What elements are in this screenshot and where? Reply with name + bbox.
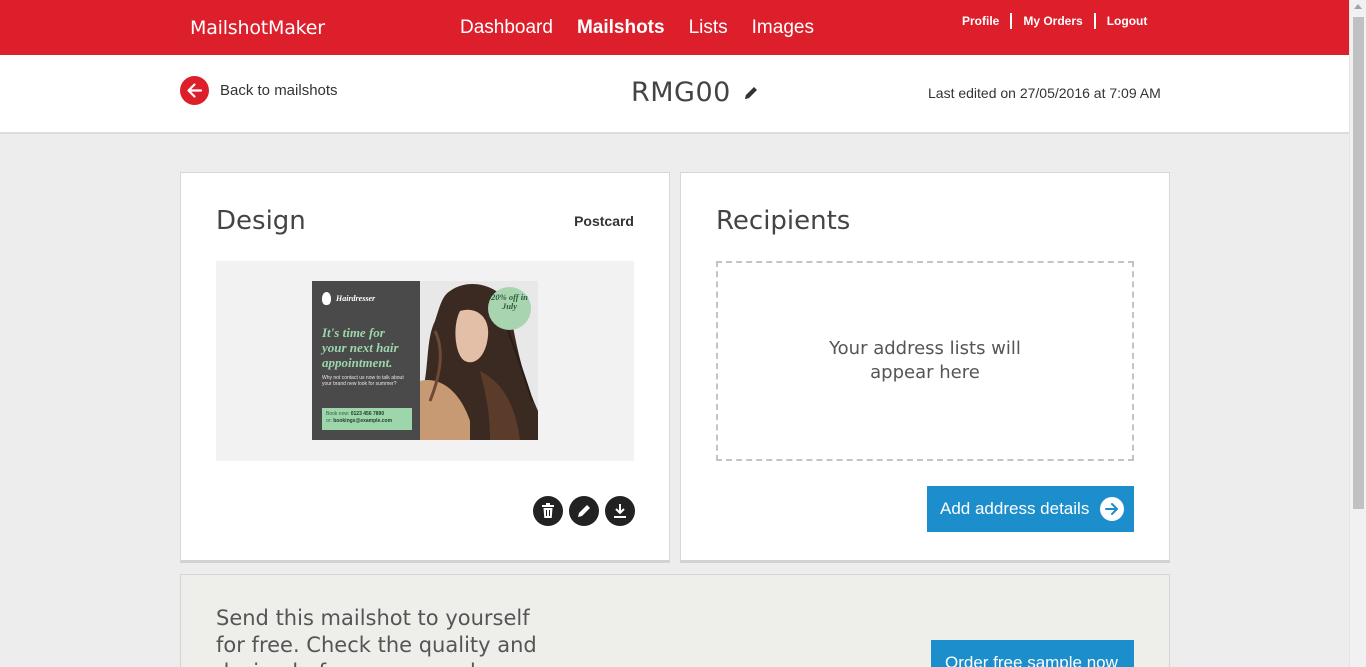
- pencil-icon[interactable]: [743, 85, 759, 101]
- download-icon[interactable]: [605, 496, 635, 526]
- postcard-photo: 20% off in July: [420, 281, 538, 440]
- nav-divider: [1010, 13, 1013, 29]
- hairdresser-logo-icon: [322, 292, 331, 305]
- placeholder-text: Your address lists will appear here: [829, 338, 1021, 383]
- brand-logo[interactable]: MailshotMaker: [190, 17, 325, 39]
- design-preview[interactable]: Hairdresser It's time for your next hair…: [216, 261, 634, 461]
- top-navbar: MailshotMaker Dashboard Mailshots Lists …: [0, 0, 1349, 55]
- postcard-brand: Hairdresser: [322, 292, 410, 305]
- arrow-right-icon: [1100, 497, 1124, 521]
- design-heading: Design: [216, 206, 306, 236]
- postcard-headline: It's time for your next hair appointment…: [322, 325, 399, 370]
- order-free-sample-button[interactable]: Order free sample now: [931, 640, 1134, 667]
- add-address-details-button[interactable]: Add address details: [927, 486, 1134, 532]
- user-nav: Profile My Orders Logout: [962, 13, 1147, 29]
- design-card: Design Postcard Hairdresser It's time fo…: [180, 172, 670, 563]
- nav-lists[interactable]: Lists: [689, 17, 728, 39]
- postcard-body: Why not contact us now to talk about you…: [322, 375, 404, 387]
- postcard-brand-name: Hairdresser: [336, 294, 376, 303]
- mailshot-title: RMG00: [631, 77, 731, 108]
- contact-label: or:: [326, 418, 332, 424]
- postcard-contact-box: Book now: 0123 456 7890 or: bookings@exa…: [322, 408, 412, 430]
- trash-icon[interactable]: [533, 496, 563, 526]
- main-nav: Dashboard Mailshots Lists Images: [460, 17, 814, 39]
- nav-divider: [1093, 13, 1096, 29]
- contact-phone: 0123 456 7890: [350, 411, 385, 417]
- arrow-left-icon: [180, 76, 209, 105]
- pencil-icon[interactable]: [569, 496, 599, 526]
- title-group: RMG00: [631, 77, 759, 108]
- nav-dashboard[interactable]: Dashboard: [460, 17, 553, 39]
- address-lists-placeholder: Your address lists will appear here: [716, 261, 1134, 461]
- my-orders-link[interactable]: My Orders: [1023, 14, 1082, 28]
- format-label: Postcard: [574, 213, 634, 229]
- scroll-up-arrow-icon[interactable]: [1354, 4, 1362, 9]
- free-sample-panel: Send this mailshot to yourself for free.…: [180, 574, 1170, 667]
- profile-link[interactable]: Profile: [962, 14, 999, 28]
- postcard-thumbnail: Hairdresser It's time for your next hair…: [312, 281, 538, 440]
- recipients-card: Recipients Your address lists will appea…: [680, 172, 1170, 563]
- contact-label: Book now:: [326, 411, 350, 417]
- recipients-heading: Recipients: [716, 206, 851, 236]
- add-address-label: Add address details: [940, 499, 1090, 518]
- last-edited-timestamp: Last edited on 27/05/2016 at 7:09 AM: [928, 85, 1161, 101]
- vertical-scrollbar[interactable]: [1349, 0, 1366, 667]
- back-to-mailshots-link[interactable]: Back to mailshots: [180, 76, 338, 105]
- postcard-text-panel: Hairdresser It's time for your next hair…: [312, 281, 420, 440]
- design-actions: [533, 496, 635, 526]
- logout-link[interactable]: Logout: [1107, 14, 1148, 28]
- scrollbar-thumb[interactable]: [1353, 17, 1364, 509]
- free-sample-text: Send this mailshot to yourself for free.…: [216, 606, 537, 667]
- nav-images[interactable]: Images: [752, 17, 814, 39]
- back-label: Back to mailshots: [220, 82, 338, 99]
- mailshot-header: Back to mailshots RMG00 Last edited on 2…: [0, 55, 1349, 134]
- nav-mailshots[interactable]: Mailshots: [577, 17, 665, 39]
- contact-email: bookings@example.com: [333, 418, 393, 424]
- discount-badge: 20% off in July: [488, 287, 531, 330]
